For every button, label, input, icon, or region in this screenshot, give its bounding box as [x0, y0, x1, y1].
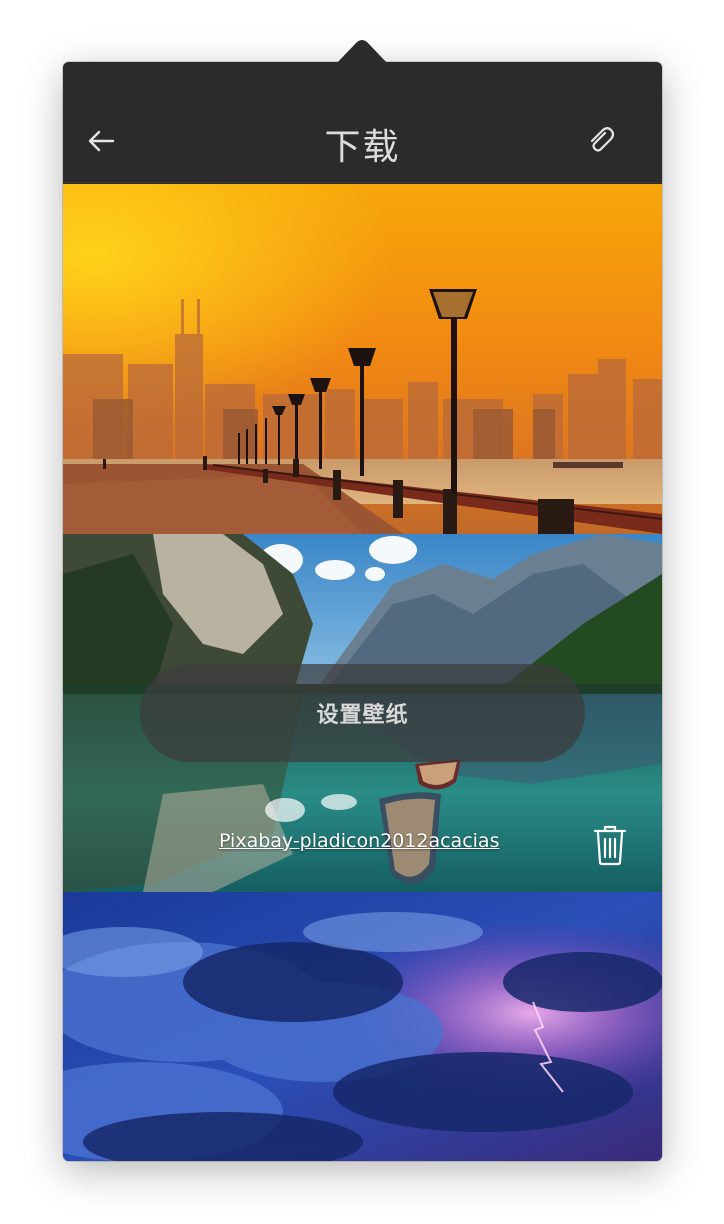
set-wallpaper-button[interactable]: 设置壁纸 [140, 664, 585, 762]
downloads-popover: 下载 设置壁纸 Pixabay-pladicon2012acacias [63, 62, 662, 1161]
trash-icon [593, 825, 627, 866]
author-link[interactable]: Pixabay-pladicon2012acacias [219, 830, 499, 852]
wallpaper-image-storm [63, 892, 662, 1161]
wallpaper-image-sunset [63, 184, 662, 534]
popover-header: 下载 [63, 62, 662, 183]
delete-button[interactable] [591, 824, 629, 866]
paperclip-icon [590, 127, 615, 152]
popover-arrow [336, 40, 388, 64]
page-title: 下载 [324, 127, 401, 168]
wallpaper-card[interactable] [63, 892, 662, 1161]
wallpaper-card[interactable] [63, 184, 662, 534]
attach-button[interactable] [584, 124, 618, 158]
wallpaper-card[interactable]: 设置壁纸 Pixabay-pladicon2012acacias [63, 534, 662, 892]
